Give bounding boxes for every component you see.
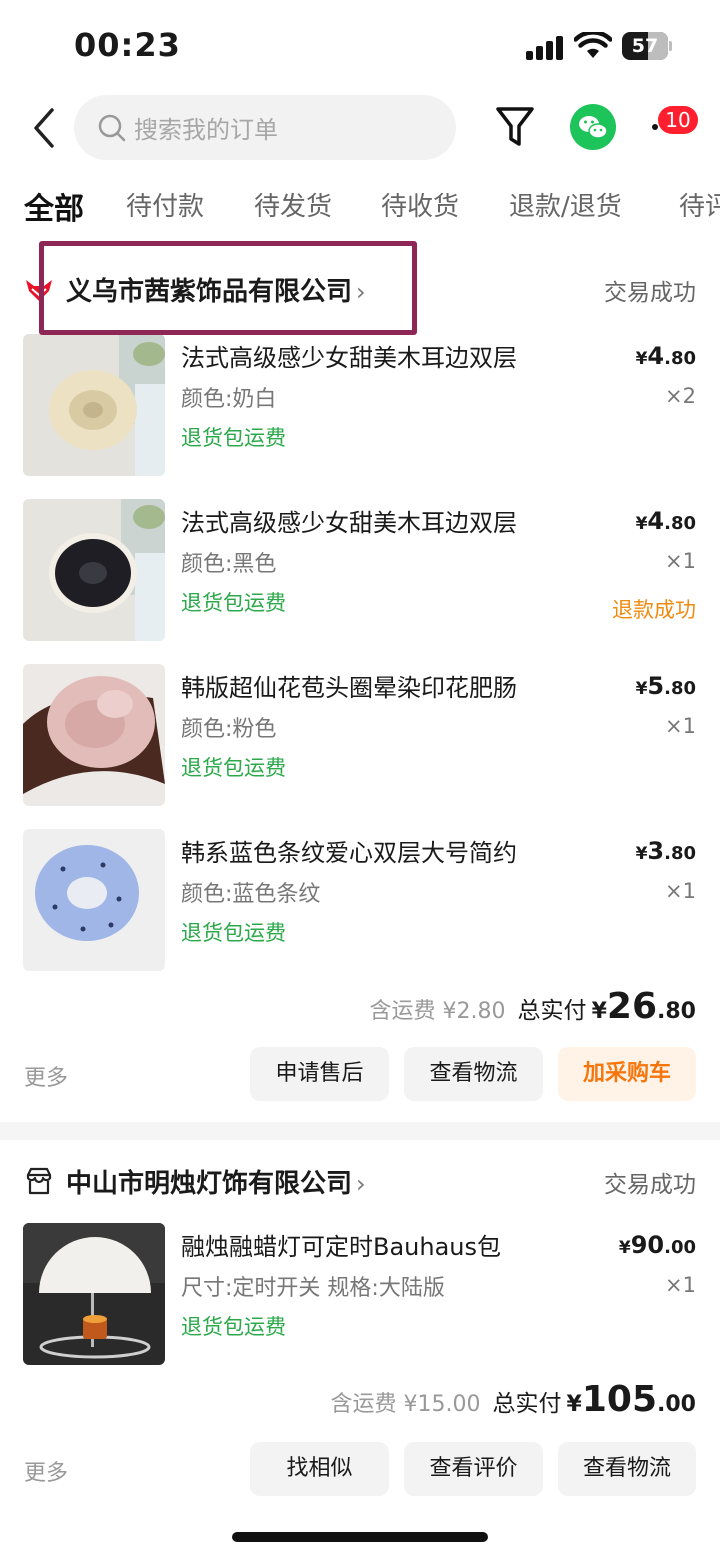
item-quantity: ×2 <box>665 384 696 408</box>
total-amount: ¥26.80 <box>591 986 696 1027</box>
item-title: 法式高级感少女甜美木耳边双层 <box>181 509 517 537</box>
return-shipping-tag: 退货包运费 <box>181 591 286 615</box>
more-link[interactable]: 更多 <box>24 1455 68 1487</box>
item-title: 法式高级感少女甜美木耳边双层 <box>181 344 517 372</box>
shop-name[interactable]: 中山市明烛灯饰有限公司 › <box>66 1163 366 1200</box>
item-title: 韩版超仙花苞头圈晕染印花肥肠 <box>181 674 517 702</box>
return-shipping-tag: 退货包运费 <box>181 921 286 945</box>
order-tabs: 全部 待付款 待发货 待收货 退款/退货 待评 <box>0 186 720 234</box>
product-thumbnail <box>23 334 165 476</box>
battery-icon: 57 <box>622 32 668 60</box>
status-time: 00:23 <box>74 26 181 64</box>
wechat-icon[interactable] <box>570 104 616 150</box>
order-item[interactable]: 韩系蓝色条纹爱心双层大号简约 颜色:蓝色条纹 退货包运费 ¥3.80 ×1 <box>0 829 720 973</box>
view-logistics-button[interactable]: 查看物流 <box>558 1442 696 1496</box>
order-status: 交易成功 <box>604 280 696 306</box>
order-total: 含运费 ¥2.80 总实付 ¥26.80 <box>369 986 696 1027</box>
item-price: ¥4.80 <box>635 507 696 535</box>
more-dots-icon[interactable] <box>652 124 658 130</box>
battery-level: 57 <box>631 35 659 57</box>
order-card: 中山市明烛灯饰有限公司 › 交易成功 融烛融蜡灯可定时Bauhaus包 尺寸:定时… <box>0 1150 720 1520</box>
order-item[interactable]: 融烛融蜡灯可定时Bauhaus包 尺寸:定时开关 规格:大陆版 退货包运费 ¥9… <box>0 1223 720 1367</box>
after-sales-button[interactable]: 申请售后 <box>250 1047 389 1101</box>
item-spec: 颜色:蓝色条纹 <box>181 882 321 907</box>
item-spec: 颜色:奶白 <box>181 387 277 412</box>
tab-pending-receipt[interactable]: 待收货 <box>381 186 459 223</box>
total-amount: ¥105.00 <box>566 1379 696 1420</box>
item-spec: 尺寸:定时开关 规格:大陆版 <box>181 1276 445 1301</box>
product-thumbnail <box>23 664 165 806</box>
return-shipping-tag: 退货包运费 <box>181 426 286 450</box>
shop-row[interactable]: 义乌市茜紫饰品有限公司 › 交易成功 <box>0 258 720 318</box>
more-link[interactable]: 更多 <box>24 1060 68 1092</box>
find-similar-button[interactable]: 找相似 <box>250 1442 389 1496</box>
return-shipping-tag: 退货包运费 <box>181 756 286 780</box>
order-status: 交易成功 <box>604 1172 696 1198</box>
filter-icon[interactable] <box>495 104 535 150</box>
signal-icon <box>526 36 566 60</box>
store-icon <box>26 1167 52 1195</box>
item-spec: 颜色:黑色 <box>181 552 277 577</box>
shop-name[interactable]: 义乌市茜紫饰品有限公司 › <box>66 271 366 308</box>
shipping-fee: 含运费 ¥2.80 <box>369 999 506 1024</box>
view-logistics-button[interactable]: 查看物流 <box>404 1047 543 1101</box>
shop-row[interactable]: 中山市明烛灯饰有限公司 › 交易成功 <box>0 1150 720 1210</box>
item-title: 韩系蓝色条纹爱心双层大号简约 <box>181 839 517 867</box>
tab-pending-review[interactable]: 待评 <box>679 186 720 223</box>
item-price: ¥3.80 <box>635 837 696 865</box>
item-quantity: ×1 <box>665 879 696 903</box>
product-thumbnail <box>23 1223 165 1365</box>
chevron-left-icon[interactable] <box>26 104 66 152</box>
order-card: 义乌市茜紫饰品有限公司 › 交易成功 法式高级感少女甜美木耳边双层 颜色:奶白 退… <box>0 258 720 1120</box>
item-title: 融烛融蜡灯可定时Bauhaus包 <box>181 1233 502 1261</box>
total-label: 总实付 <box>517 998 587 1024</box>
item-price: ¥4.80 <box>635 342 696 370</box>
search-icon <box>98 114 126 142</box>
battery-tip <box>669 41 672 51</box>
item-quantity: ×1 <box>665 714 696 738</box>
item-price: ¥90.00 <box>618 1231 696 1259</box>
total-label: 总实付 <box>492 1391 562 1417</box>
message-badge: 10 <box>658 106 698 134</box>
status-bar: 00:23 57 <box>0 0 720 92</box>
product-thumbnail <box>23 829 165 971</box>
chevron-right-icon: › <box>356 1170 366 1198</box>
return-shipping-tag: 退货包运费 <box>181 1315 286 1339</box>
wifi-icon <box>574 32 612 58</box>
search-placeholder: 搜索我的订单 <box>134 116 278 144</box>
tab-pending-payment[interactable]: 待付款 <box>126 186 204 223</box>
item-price: ¥5.80 <box>635 672 696 700</box>
item-quantity: ×1 <box>665 549 696 573</box>
tab-refund[interactable]: 退款/退货 <box>509 186 622 223</box>
order-item[interactable]: 法式高级感少女甜美木耳边双层 颜色:奶白 退货包运费 ¥4.80 ×2 <box>0 334 720 478</box>
tab-pending-shipment[interactable]: 待发货 <box>254 186 332 223</box>
item-quantity: ×1 <box>665 1273 696 1297</box>
tmall-cat-icon <box>26 280 52 301</box>
home-indicator <box>232 1532 488 1542</box>
view-review-button[interactable]: 查看评价 <box>404 1442 543 1496</box>
chevron-right-icon: › <box>356 278 366 306</box>
item-spec: 颜色:粉色 <box>181 717 277 742</box>
add-to-purchase-cart-button[interactable]: 加采购车 <box>558 1047 696 1101</box>
order-item[interactable]: 韩版超仙花苞头圈晕染印花肥肠 颜色:粉色 退货包运费 ¥5.80 ×1 <box>0 664 720 808</box>
order-total: 含运费 ¥15.00 总实付 ¥105.00 <box>330 1379 696 1420</box>
shipping-fee: 含运费 ¥15.00 <box>330 1392 481 1417</box>
order-item[interactable]: 法式高级感少女甜美木耳边双层 颜色:黑色 退货包运费 ¥4.80 ×1 退款成功 <box>0 499 720 643</box>
product-thumbnail <box>23 499 165 641</box>
section-divider <box>0 1122 720 1140</box>
tab-all[interactable]: 全部 <box>24 186 84 228</box>
search-input[interactable]: 搜索我的订单 <box>74 95 456 160</box>
refund-status: 退款成功 <box>612 598 696 622</box>
